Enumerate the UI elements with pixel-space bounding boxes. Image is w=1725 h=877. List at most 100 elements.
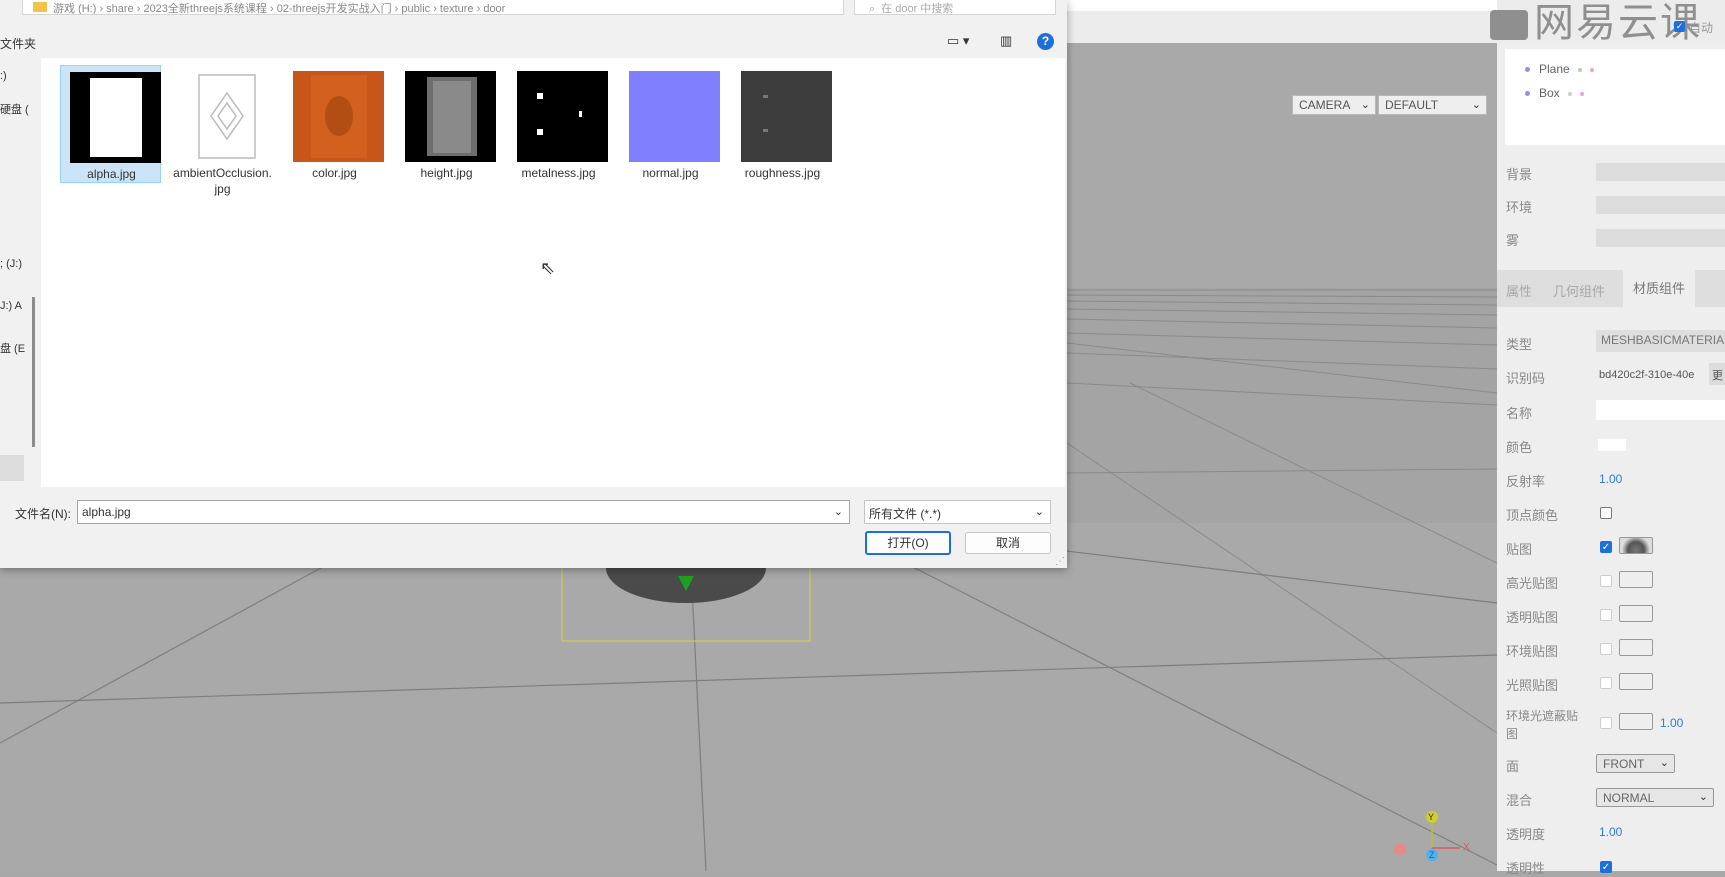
vertex-colors-label: 顶点颜色 (1506, 508, 1559, 523)
nav-item[interactable]: 硬盘 ( (0, 101, 29, 117)
ao-map-label: 环境光遮蔽贴图 (1506, 709, 1579, 741)
thumbnail-ao (181, 71, 272, 162)
environment-select[interactable] (1596, 196, 1725, 214)
axis-x-label: X (1463, 842, 1470, 853)
transparent-label: 透明性 (1506, 861, 1546, 876)
file-item-normal[interactable]: normal.jpg (620, 65, 721, 183)
thumbnail-color (293, 71, 384, 162)
new-folder-button[interactable]: 文件夹 (0, 35, 36, 52)
outliner-item-plane[interactable]: Plane (1525, 62, 1594, 76)
file-name: roughness.jpg (744, 166, 821, 180)
environment-label: 环境 (1506, 200, 1533, 215)
outliner-item-box[interactable]: Box (1525, 86, 1584, 100)
env-map-checkbox[interactable] (1600, 643, 1612, 655)
filename-input[interactable]: alpha.jpg ⌄ (77, 500, 850, 524)
file-item-metalness[interactable]: metalness.jpg (508, 65, 609, 183)
name-label: 名称 (1506, 406, 1533, 421)
map-checkbox[interactable]: ✓ (1600, 541, 1612, 553)
shading-select[interactable]: DEFAULT ⌄ (1378, 95, 1487, 115)
background-label: 背景 (1506, 167, 1533, 182)
file-open-dialog: 游戏 (H:) › share › 2023全新threejs系统课程 › 02… (0, 0, 1067, 568)
help-icon[interactable]: ? (1037, 33, 1054, 50)
file-item-ambient-occlusion[interactable]: ambientOcclusion.jpg (172, 65, 273, 196)
cancel-button[interactable]: 取消 (965, 532, 1051, 554)
axis-y-label: Y (1428, 812, 1435, 822)
thumbnail-roughness (741, 71, 832, 162)
auto-update-checkbox[interactable]: ✓ (1674, 21, 1685, 32)
opacity-value[interactable]: 1.00 (1599, 825, 1622, 839)
light-map-slot[interactable] (1619, 673, 1653, 690)
scene-outliner[interactable]: Plane Box (1505, 49, 1725, 145)
resize-grip-icon[interactable]: ⋰ (1055, 556, 1065, 567)
name-input[interactable] (1596, 400, 1725, 420)
chevron-down-icon: ⌄ (1471, 99, 1481, 111)
ao-map-checkbox[interactable] (1600, 717, 1612, 729)
type-select[interactable]: MESHBASICMATERIA (1596, 330, 1725, 352)
light-map-checkbox[interactable] (1600, 677, 1612, 689)
blending-select[interactable]: NORMAL ⌄ (1596, 788, 1714, 807)
nav-item[interactable]: :) (0, 70, 7, 82)
tab-properties[interactable]: 属性 (1506, 281, 1532, 300)
map-texture-slot[interactable] (1619, 537, 1653, 554)
light-map-label: 光照贴图 (1506, 678, 1559, 693)
fog-label: 雾 (1506, 233, 1520, 248)
color-label: 颜色 (1506, 440, 1533, 455)
camera-select[interactable]: CAMERA ⌄ (1292, 95, 1376, 115)
open-button[interactable]: 打开(O) (865, 531, 951, 555)
file-item-color[interactable]: color.jpg (284, 65, 385, 183)
chevron-down-icon[interactable]: ⌄ (834, 505, 843, 518)
nav-item[interactable]: ; (J:) (0, 258, 22, 270)
file-item-height[interactable]: height.jpg (396, 65, 497, 183)
fog-select[interactable] (1596, 229, 1725, 247)
chevron-down-icon: ⌄ (1698, 791, 1708, 803)
mouse-cursor-icon: ⇖ (540, 258, 556, 278)
specular-map-checkbox[interactable] (1600, 575, 1612, 587)
filetype-select[interactable]: 所有文件 (*.*) ⌄ (864, 500, 1051, 524)
nav-item[interactable]: J:) A (0, 300, 22, 312)
reflectivity-value[interactable]: 1.00 (1599, 472, 1622, 486)
alpha-map-slot[interactable] (1619, 605, 1653, 622)
menu-bar-area (1065, 0, 1497, 11)
file-item-roughness[interactable]: roughness.jpg (732, 65, 833, 183)
specular-map-slot[interactable] (1619, 571, 1653, 588)
chevron-down-icon: ⌄ (1659, 757, 1669, 769)
side-label: 面 (1506, 759, 1520, 774)
transparent-checkbox[interactable]: ✓ (1600, 861, 1612, 873)
axis-z-label: Z (1429, 850, 1435, 860)
ao-map-intensity[interactable]: 1.00 (1660, 716, 1683, 730)
tab-material[interactable]: 材质组件 (1623, 270, 1696, 307)
thumbnail-normal (629, 71, 720, 162)
properties-tabs: 属性 几何组件 材质组件 (1497, 270, 1725, 307)
map-label: 贴图 (1506, 542, 1533, 557)
nav-scrollbar[interactable] (32, 297, 35, 447)
reflectivity-label: 反射率 (1506, 474, 1546, 489)
file-name: normal.jpg (642, 166, 699, 180)
file-name: color.jpg (312, 166, 357, 180)
nav-item[interactable]: 盘 (E (0, 340, 25, 356)
file-item-alpha[interactable]: alpha.jpg (60, 65, 161, 183)
color-swatch[interactable] (1598, 439, 1626, 451)
type-label: 类型 (1506, 337, 1533, 352)
search-input[interactable]: ⌕ 在 door 中搜索 (854, 0, 1056, 15)
search-icon: ⌕ (869, 3, 876, 15)
vertex-colors-checkbox[interactable] (1600, 507, 1612, 519)
side-select[interactable]: FRONT ⌄ (1596, 754, 1675, 773)
uuid-label: 识别码 (1506, 371, 1546, 386)
preview-pane-icon[interactable]: ▥ (1000, 33, 1012, 49)
file-name: ambientOcclusion.jpg (173, 166, 272, 196)
ao-map-slot[interactable] (1619, 713, 1653, 730)
view-options-icon[interactable]: ▭ ▾ (947, 33, 969, 49)
nav-selected-item (0, 455, 24, 481)
alpha-map-checkbox[interactable] (1600, 609, 1612, 621)
env-map-slot[interactable] (1619, 639, 1653, 656)
chevron-down-icon: ⌄ (1360, 99, 1370, 111)
auto-update-label: 自动 (1689, 21, 1714, 35)
thumbnail-metalness (517, 71, 608, 162)
uuid-renew-button[interactable]: 更 (1709, 363, 1725, 385)
background-select[interactable] (1596, 163, 1725, 181)
sidebar-panel: Plane Box 背景 环境 雾 属性 几何组件 材质组件 类型 MESHBA… (1497, 43, 1725, 876)
chevron-down-icon: ⌄ (1034, 506, 1044, 518)
address-bar[interactable]: 游戏 (H:) › share › 2023全新threejs系统课程 › 02… (22, 0, 844, 15)
tab-geometry[interactable]: 几何组件 (1553, 281, 1605, 300)
blending-label: 混合 (1506, 793, 1533, 808)
